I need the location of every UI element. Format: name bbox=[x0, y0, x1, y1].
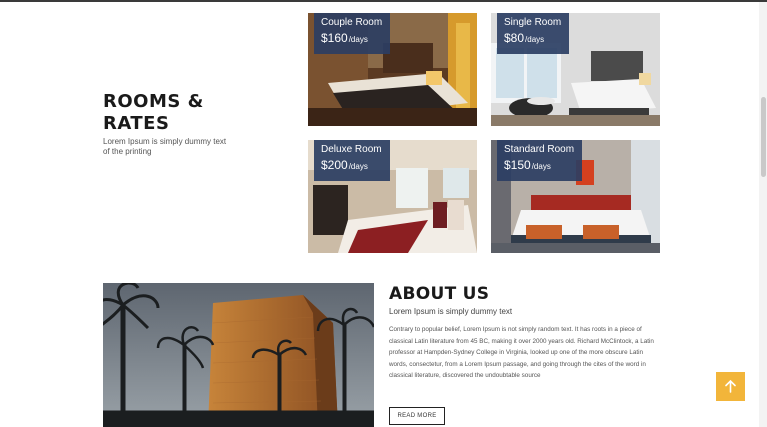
room-name: Standard Room bbox=[504, 144, 575, 155]
read-more-button[interactable]: READ MORE bbox=[389, 407, 445, 425]
room-price-value: $80 bbox=[504, 31, 525, 45]
room-label: Single Room $80/days bbox=[497, 13, 570, 54]
about-heading: ABOUT US bbox=[389, 284, 490, 304]
room-name: Single Room bbox=[504, 17, 562, 28]
room-price: $160/days bbox=[321, 30, 382, 48]
room-card-couple[interactable]: Couple Room $160/days bbox=[308, 13, 477, 126]
hotel-photo bbox=[103, 283, 374, 427]
rooms-heading-line2: RATES bbox=[103, 113, 170, 134]
room-price: $200/days bbox=[321, 157, 382, 175]
about-subtitle: Lorem Ipsum is simply dummy text bbox=[389, 307, 513, 316]
room-card-single[interactable]: Single Room $80/days bbox=[491, 13, 660, 126]
about-body-text: Contrary to popular belief, Lorem Ipsum … bbox=[389, 326, 654, 380]
room-price-unit: /days bbox=[525, 35, 545, 44]
room-price-value: $150 bbox=[504, 158, 531, 172]
room-label: Standard Room $150/days bbox=[497, 140, 583, 181]
rooms-heading: ROOMS & RATES bbox=[103, 91, 204, 135]
room-price-value: $200 bbox=[321, 158, 348, 172]
room-name: Couple Room bbox=[321, 17, 383, 28]
room-price: $150/days bbox=[504, 157, 574, 175]
hotel-image bbox=[103, 283, 374, 427]
room-price-unit: /days bbox=[348, 162, 368, 171]
room-label: Deluxe Room $200/days bbox=[314, 140, 390, 181]
room-card-standard[interactable]: Standard Room $150/days bbox=[491, 140, 660, 253]
room-price: $80/days bbox=[504, 30, 561, 48]
room-label: Couple Room $160/days bbox=[314, 13, 391, 54]
rooms-heading-line1: ROOMS & bbox=[103, 91, 204, 112]
scrollbar-thumb[interactable] bbox=[761, 97, 766, 177]
room-price-value: $160 bbox=[321, 31, 348, 45]
scroll-to-top-button[interactable] bbox=[716, 372, 745, 401]
arrow-up-icon bbox=[725, 379, 736, 393]
scrollbar[interactable] bbox=[759, 2, 767, 427]
room-price-unit: /days bbox=[531, 162, 551, 171]
room-price-unit: /days bbox=[348, 35, 368, 44]
room-name: Deluxe Room bbox=[321, 144, 382, 155]
top-border bbox=[0, 0, 767, 2]
room-card-deluxe[interactable]: Deluxe Room $200/days bbox=[308, 140, 477, 253]
rooms-subtitle: Lorem Ipsum is simply dummy text of the … bbox=[103, 137, 227, 156]
